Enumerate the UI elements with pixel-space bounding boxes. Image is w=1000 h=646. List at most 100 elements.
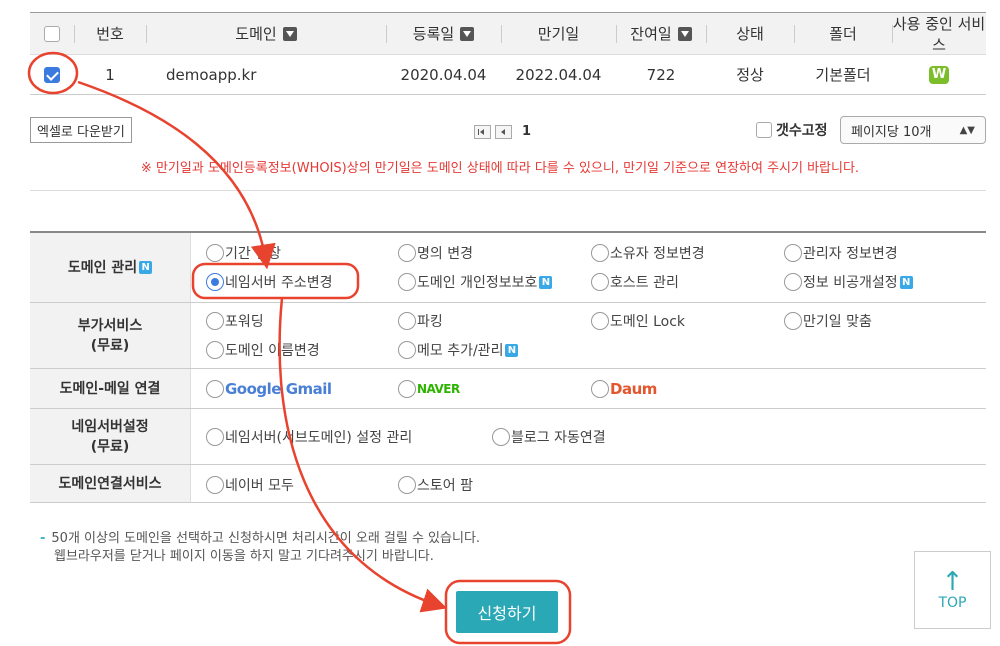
radio[interactable] (398, 244, 416, 262)
option-naver[interactable]: NAVER (398, 380, 460, 398)
radio[interactable] (206, 476, 224, 494)
option-daum[interactable]: Daum (591, 380, 657, 398)
radio[interactable] (206, 380, 224, 398)
option-blog-link[interactable]: 블로그 자동연결 (492, 427, 606, 447)
daum-logo: Daum (610, 380, 657, 398)
radio[interactable] (206, 312, 224, 330)
radio[interactable] (784, 312, 802, 330)
radio[interactable] (206, 244, 224, 262)
first-page-icon[interactable] (474, 124, 491, 139)
option-parking[interactable]: 파킹 (398, 311, 443, 331)
dash-icon: - (40, 531, 46, 546)
option-label: 네이버 모두 (225, 478, 294, 494)
header-remaining[interactable]: 잔여일 (616, 13, 706, 54)
option-private-info[interactable]: 정보 비공개설정 N (784, 272, 913, 292)
radio[interactable] (398, 273, 416, 291)
option-host-mgmt[interactable]: 호스트 관리 (591, 272, 679, 292)
option-memo[interactable]: 메모 추가/관리 N (398, 340, 519, 360)
options-link: 네이버 모두 스토어 팜 (191, 465, 986, 502)
per-page-select[interactable]: 페이지당 10개 ▲▼ (840, 116, 986, 144)
sort-icon[interactable] (677, 26, 692, 41)
radio[interactable] (591, 244, 609, 262)
option-rename[interactable]: 도메인 이름변경 (206, 340, 320, 360)
processing-tip: -50개 이상의 도메인을 선택하고 신청하시면 처리시간이 오래 걸릴 수 있… (40, 530, 480, 566)
radio[interactable] (398, 476, 416, 494)
option-label: 도메인 Lock (610, 314, 686, 330)
header-services: 사용 중인 서비스 (892, 14, 986, 54)
tip-line1: 50개 이상의 도메인을 선택하고 신청하시면 처리시간이 오래 걸릴 수 있습… (51, 531, 481, 546)
submit-button[interactable]: 신청하기 (456, 591, 558, 633)
options-domain-mgmt: 기간 연장 명의 변경 소유자 정보변경 관리자 정보변경 네임서버 주소변경 … (191, 233, 986, 302)
header-no[interactable]: 번호 (74, 13, 146, 54)
option-forwarding[interactable]: 포워딩 (206, 311, 264, 331)
service-grid: 도메인 관리 N 기간 연장 명의 변경 소유자 정보변경 관리자 정보변경 네임… (30, 231, 986, 503)
options-mail: Google Gmail NAVER Daum (191, 369, 986, 408)
option-domain-lock[interactable]: 도메인 Lock (591, 311, 685, 331)
row-services: W (892, 55, 986, 94)
option-label: 명의 변경 (417, 246, 473, 262)
radio[interactable] (398, 341, 416, 359)
sort-icon[interactable] (460, 26, 475, 41)
fix-count-checkbox[interactable] (756, 122, 772, 138)
option-owner-info[interactable]: 소유자 정보변경 (591, 243, 705, 263)
option-label: 관리자 정보변경 (803, 246, 898, 262)
sort-icon[interactable] (282, 26, 297, 41)
radio-selected[interactable] (206, 273, 224, 291)
radio[interactable] (398, 380, 416, 398)
new-badge-icon: N (539, 275, 553, 289)
option-label: 포워딩 (225, 314, 264, 330)
table-row[interactable]: 1 demoapp.kr 2020.04.04 2022.04.04 722 정… (30, 55, 986, 95)
select-all-cell (30, 13, 74, 54)
expiry-notice: ※ 만기일과 도메인등록정보(WHOIS)상의 만기일은 도메인 상태에 따라 … (140, 161, 860, 176)
radio[interactable] (206, 428, 224, 446)
radio[interactable] (492, 428, 510, 446)
header-registered[interactable]: 등록일 (386, 13, 501, 54)
option-store-farm[interactable]: 스토어 팜 (398, 475, 473, 495)
option-period-extend[interactable]: 기간 연장 (206, 243, 281, 263)
option-naver-modoo[interactable]: 네이버 모두 (206, 475, 294, 495)
option-gmail[interactable]: Google Gmail (206, 380, 332, 398)
radio[interactable] (206, 341, 224, 359)
table-header: 번호 도메인 등록일 만기일 잔여일 상태 폴더 사용 중인 서비스 (30, 13, 986, 55)
radio[interactable] (591, 312, 609, 330)
header-status: 상태 (706, 13, 794, 54)
row-no: 1 (105, 65, 115, 84)
scroll-top-button[interactable]: ↑ TOP (914, 551, 991, 629)
current-page[interactable]: 1 (522, 124, 531, 139)
label-addon: 부가서비스 (무료) (30, 303, 191, 368)
option-admin-info[interactable]: 관리자 정보변경 (784, 243, 898, 263)
google-gmail-logo: Google Gmail (225, 380, 332, 398)
option-label: 정보 비공개설정 (803, 275, 898, 291)
select-all-checkbox[interactable] (44, 25, 60, 42)
option-nameserver-change[interactable]: 네임서버 주소변경 (206, 272, 333, 292)
radio[interactable] (398, 312, 416, 330)
header-remaining-label: 잔여일 (630, 25, 672, 43)
excel-download-button[interactable]: 엑셀로 다운받기 (30, 117, 132, 143)
label-link: 도메인연결서비스 (30, 465, 191, 502)
row-link: 도메인연결서비스 네이버 모두 스토어 팜 (30, 465, 986, 503)
row-expiry: 2022.04.04 (515, 65, 602, 84)
row-checkbox[interactable] (44, 66, 60, 83)
option-privacy[interactable]: 도메인 개인정보보호 N (398, 272, 553, 292)
fix-count-toggle[interactable]: 갯수고정 (756, 120, 828, 140)
option-expiry-match[interactable]: 만기일 맞춤 (784, 311, 872, 331)
header-domain[interactable]: 도메인 (146, 13, 386, 54)
option-ns-subdomain[interactable]: 네임서버(서브도메인) 설정 관리 (206, 427, 412, 447)
option-label: 도메인 이름변경 (225, 343, 320, 359)
radio[interactable] (591, 273, 609, 291)
option-label: 네임서버(서브도메인) 설정 관리 (225, 430, 413, 446)
domain-table: 번호 도메인 등록일 만기일 잔여일 상태 폴더 사용 중인 서비스 1 dem… (30, 12, 986, 95)
radio[interactable] (591, 380, 609, 398)
header-expiry[interactable]: 만기일 (501, 13, 616, 54)
radio[interactable] (784, 273, 802, 291)
service-w-icon[interactable]: W (929, 65, 949, 84)
prev-page-icon[interactable] (495, 124, 512, 139)
header-registered-label: 등록일 (412, 25, 455, 43)
radio[interactable] (784, 244, 802, 262)
row-folder: 기본폴더 (815, 66, 871, 84)
row-domain[interactable]: demoapp.kr (146, 55, 386, 94)
per-page-value: 페이지당 10개 (851, 124, 932, 140)
option-owner-change[interactable]: 명의 변경 (398, 243, 473, 263)
label-ns-line2: (무료) (90, 438, 130, 455)
label-addon-line2: (무료) (90, 337, 130, 354)
